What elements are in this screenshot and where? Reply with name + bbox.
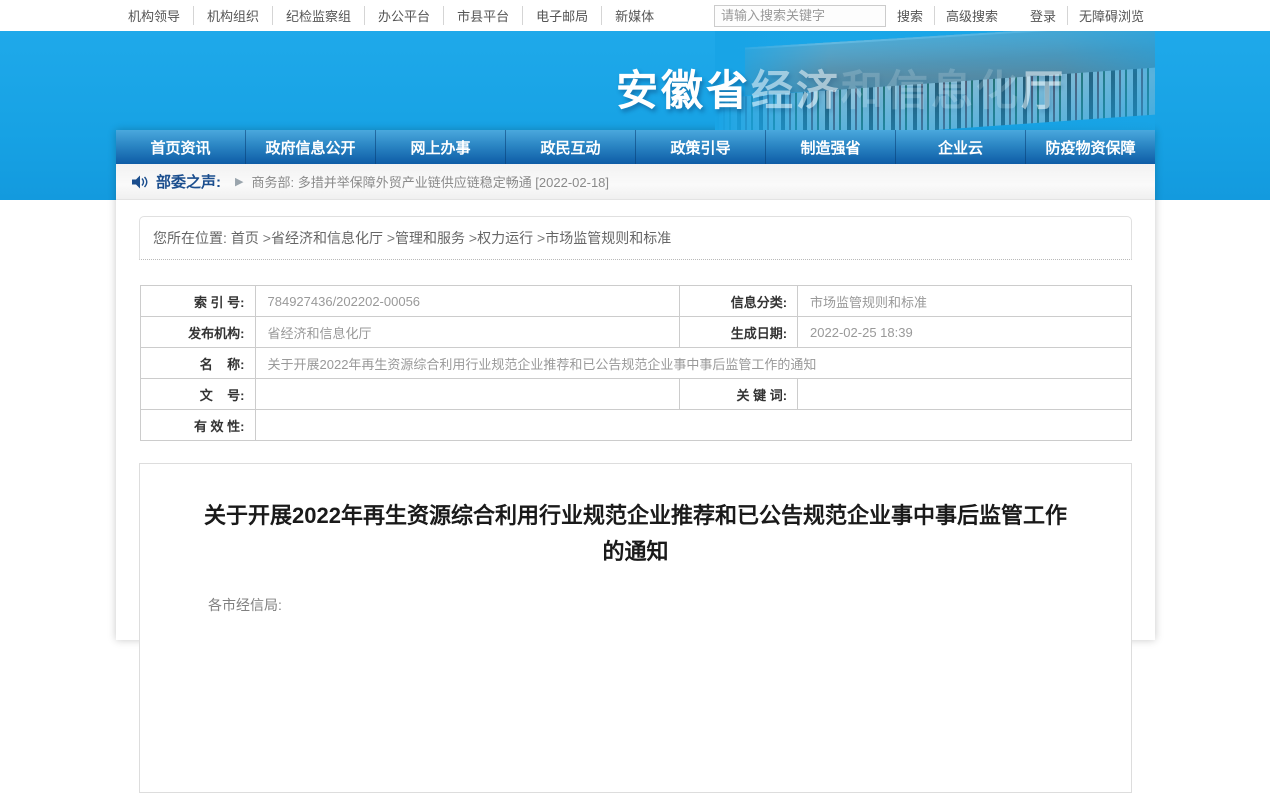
site-banner: 安徽省经济和信息化厅 bbox=[116, 31, 1155, 130]
table-row: 索 引 号: 784927436/202202-00056 信息分类: 市场监管… bbox=[140, 286, 1131, 317]
search-input[interactable] bbox=[714, 5, 886, 27]
table-row: 发布机构: 省经济和信息化厅 生成日期: 2022-02-25 18:39 bbox=[140, 317, 1131, 348]
breadcrumb-prefix: 您所在位置: bbox=[153, 228, 227, 248]
page-wrapper: 安徽省经济和信息化厅 首页资讯 政府信息公开 网上办事 政民互动 政策引导 制造… bbox=[116, 31, 1155, 640]
nav-item-epidemic-supplies[interactable]: 防疫物资保障 bbox=[1025, 130, 1155, 164]
breadcrumb: 您所在位置: 首页 省经济和信息化厅 管理和服务 权力运行 市场监管规则和标准 bbox=[139, 216, 1132, 260]
document-meta-table: 索 引 号: 784927436/202202-00056 信息分类: 市场监管… bbox=[140, 285, 1132, 441]
breadcrumb-item-category[interactable]: 市场监管规则和标准 bbox=[545, 228, 671, 248]
topbar-link-city-platform[interactable]: 市县平台 bbox=[444, 6, 523, 25]
article-title: 关于开展2022年再生资源综合利用行业规范企业推荐和已公告规范企业事中事后监管工… bbox=[200, 498, 1071, 571]
topbar-link-new-media[interactable]: 新媒体 bbox=[602, 6, 667, 25]
main-navigation: 首页资讯 政府信息公开 网上办事 政民互动 政策引导 制造强省 企业云 防疫物资… bbox=[116, 130, 1155, 164]
create-date-label: 生成日期: bbox=[680, 317, 798, 348]
nav-item-home-news[interactable]: 首页资讯 bbox=[116, 130, 245, 164]
table-row: 有 效 性: bbox=[140, 410, 1131, 441]
index-number-label: 索 引 号: bbox=[140, 286, 255, 317]
topbar-link-email[interactable]: 电子邮局 bbox=[523, 6, 602, 25]
main-content: 您所在位置: 首页 省经济和信息化厅 管理和服务 权力运行 市场监管规则和标准 … bbox=[116, 200, 1155, 640]
speaker-icon bbox=[132, 175, 148, 189]
index-number-value: 784927436/202202-00056 bbox=[255, 286, 680, 317]
site-title-faded: 经济 bbox=[751, 67, 841, 114]
nav-item-online-service[interactable]: 网上办事 bbox=[375, 130, 505, 164]
topbar-link-org-structure[interactable]: 机构组织 bbox=[194, 6, 273, 25]
accessibility-link[interactable]: 无障碍浏览 bbox=[1068, 6, 1155, 25]
site-title-ghost: 和信息化 bbox=[841, 67, 1021, 114]
article-container: 关于开展2022年再生资源综合利用行业规范企业推荐和已公告规范企业事中事后监管工… bbox=[139, 463, 1132, 793]
create-date-value: 2022-02-25 18:39 bbox=[798, 317, 1131, 348]
nav-item-enterprise-cloud[interactable]: 企业云 bbox=[895, 130, 1025, 164]
doc-name-value: 关于开展2022年再生资源综合利用行业规范企业推荐和已公告规范企业事中事后监管工… bbox=[255, 348, 1131, 379]
topbar-link-discipline[interactable]: 纪检监察组 bbox=[273, 6, 365, 25]
topbar-search-area: 搜索 高级搜索 登录 无障碍浏览 bbox=[714, 5, 1155, 27]
ticker-arrow-icon: ▶ bbox=[235, 175, 243, 188]
ticker-section-label: 部委之声: bbox=[156, 171, 221, 192]
breadcrumb-item-dept[interactable]: 省经济和信息化厅 bbox=[271, 228, 395, 248]
doc-number-label: 文 号: bbox=[140, 379, 255, 410]
topbar-link-office-platform[interactable]: 办公平台 bbox=[365, 6, 444, 25]
keyword-value bbox=[798, 379, 1131, 410]
search-button[interactable]: 搜索 bbox=[886, 6, 935, 25]
site-title-main: 安徽省 bbox=[616, 67, 751, 114]
topbar-links: 机构领导 机构组织 纪检监察组 办公平台 市县平台 电子邮局 新媒体 bbox=[115, 6, 667, 25]
login-link[interactable]: 登录 bbox=[1019, 6, 1068, 25]
content-sheet: 首页资讯 政府信息公开 网上办事 政民互动 政策引导 制造强省 企业云 防疫物资… bbox=[116, 130, 1155, 640]
validity-value bbox=[255, 410, 1131, 441]
article-salutation: 各市经信局: bbox=[180, 595, 1091, 615]
breadcrumb-item-power[interactable]: 权力运行 bbox=[477, 228, 545, 248]
info-category-label: 信息分类: bbox=[680, 286, 798, 317]
doc-name-label: 名 称: bbox=[140, 348, 255, 379]
nav-item-manufacturing[interactable]: 制造强省 bbox=[765, 130, 895, 164]
breadcrumb-item-home[interactable]: 首页 bbox=[231, 228, 271, 248]
breadcrumb-item-manage[interactable]: 管理和服务 bbox=[395, 228, 477, 248]
nav-item-gov-info[interactable]: 政府信息公开 bbox=[245, 130, 375, 164]
validity-label: 有 效 性: bbox=[140, 410, 255, 441]
site-title-tail: 厅 bbox=[1021, 67, 1066, 114]
top-utility-bar: 机构领导 机构组织 纪检监察组 办公平台 市县平台 电子邮局 新媒体 搜索 高级… bbox=[0, 0, 1270, 31]
nav-item-policy-guide[interactable]: 政策引导 bbox=[635, 130, 765, 164]
ticker-news-link[interactable]: 商务部: 多措并举保障外贸产业链供应链稳定畅通 [2022-02-18] bbox=[251, 172, 609, 191]
table-row: 名 称: 关于开展2022年再生资源综合利用行业规范企业推荐和已公告规范企业事中… bbox=[140, 348, 1131, 379]
site-title: 安徽省经济和信息化厅 bbox=[616, 57, 1066, 118]
table-row: 文 号: 关 键 词: bbox=[140, 379, 1131, 410]
news-ticker: 部委之声: ▶ 商务部: 多措并举保障外贸产业链供应链稳定畅通 [2022-02… bbox=[116, 164, 1155, 200]
topbar-link-org-leaders[interactable]: 机构领导 bbox=[115, 6, 194, 25]
info-category-value: 市场监管规则和标准 bbox=[798, 286, 1131, 317]
nav-item-interaction[interactable]: 政民互动 bbox=[505, 130, 635, 164]
publish-org-value: 省经济和信息化厅 bbox=[255, 317, 680, 348]
doc-number-value bbox=[255, 379, 680, 410]
publish-org-label: 发布机构: bbox=[140, 317, 255, 348]
keyword-label: 关 键 词: bbox=[680, 379, 798, 410]
advanced-search-link[interactable]: 高级搜索 bbox=[935, 6, 1009, 25]
